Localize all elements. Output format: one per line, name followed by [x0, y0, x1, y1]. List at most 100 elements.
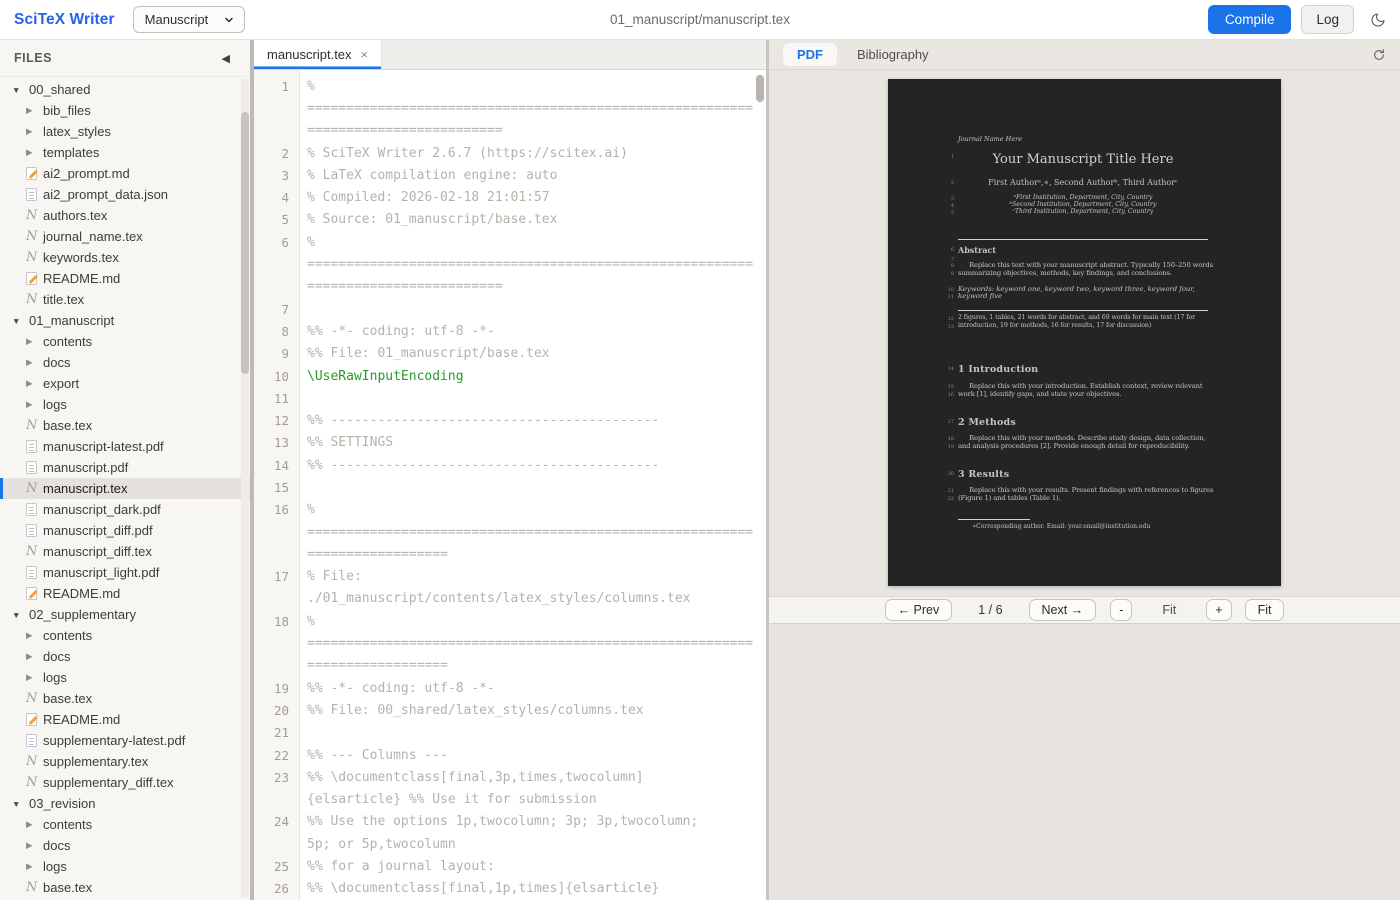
tree-folder[interactable]: ▶docs [0, 352, 250, 373]
compile-button[interactable]: Compile [1208, 5, 1292, 34]
code-line[interactable]: 4% Compiled: 2026-02-18 21:01:57 [254, 186, 766, 208]
code-line[interactable]: 5% Source: 01_manuscript/base.tex [254, 209, 766, 231]
code-line[interactable]: 1% [254, 75, 766, 97]
tree-file[interactable]: README.md [0, 268, 250, 289]
folder-collapsed-icon[interactable]: ▶ [26, 378, 43, 389]
tree-folder[interactable]: ▶templates [0, 142, 250, 163]
code-line[interactable]: 23%% \documentclass[final,3p,times,twoco… [254, 766, 766, 788]
tree-file[interactable]: Nkeywords.tex [0, 247, 250, 268]
tree-folder[interactable]: ▶logs [0, 394, 250, 415]
code-line[interactable]: ========================================… [254, 521, 766, 543]
tree-file[interactable]: manuscript-latest.pdf [0, 436, 250, 457]
code-line[interactable]: 21 [254, 722, 766, 744]
tree-folder[interactable]: ▶contents [0, 331, 250, 352]
code-editor[interactable]: 1%======================================… [254, 70, 766, 900]
folder-expanded-icon[interactable]: ▼ [12, 610, 29, 620]
prev-page-button[interactable]: ← Prev [885, 599, 953, 621]
collapse-sidebar-icon[interactable]: ◀ [222, 52, 230, 65]
zoom-in-button[interactable]: + [1206, 599, 1231, 621]
folder-collapsed-icon[interactable]: ▶ [26, 630, 43, 641]
code-line[interactable]: 15 [254, 476, 766, 498]
folder-collapsed-icon[interactable]: ▶ [26, 147, 43, 158]
tree-folder[interactable]: ▼02_supplementary [0, 604, 250, 625]
folder-collapsed-icon[interactable]: ▶ [26, 651, 43, 662]
tree-folder[interactable]: ▶docs [0, 835, 250, 856]
tree-folder[interactable]: ▶export [0, 373, 250, 394]
tab-bibliography[interactable]: Bibliography [857, 47, 929, 62]
tree-file[interactable]: Nauthors.tex [0, 205, 250, 226]
tree-file[interactable]: ai2_prompt.md [0, 163, 250, 184]
folder-collapsed-icon[interactable]: ▶ [26, 840, 43, 851]
code-line[interactable]: 25%% for a journal layout: [254, 855, 766, 877]
next-page-button[interactable]: Next → [1029, 599, 1097, 621]
tree-folder[interactable]: ▶docs [0, 646, 250, 667]
tree-folder[interactable]: ▶contents [0, 814, 250, 835]
tree-folder[interactable]: ▶logs [0, 667, 250, 688]
tree-folder[interactable]: ▶logs [0, 856, 250, 877]
tree-file[interactable]: Nbase.tex [0, 877, 250, 898]
code-line[interactable]: 12%% -----------------------------------… [254, 409, 766, 431]
code-line[interactable]: ================== [254, 655, 766, 677]
folder-expanded-icon[interactable]: ▼ [12, 316, 29, 326]
tree-folder[interactable]: ▶latex_styles [0, 121, 250, 142]
tree-file[interactable]: ai2_prompt_data.json [0, 184, 250, 205]
folder-collapsed-icon[interactable]: ▶ [26, 819, 43, 830]
tree-file[interactable]: README.md [0, 583, 250, 604]
code-line[interactable]: 26%% \documentclass[final,1p,times]{elsa… [254, 878, 766, 900]
sidebar-scrollbar-thumb[interactable] [241, 112, 249, 374]
tree-file[interactable]: manuscript.pdf [0, 457, 250, 478]
code-line[interactable]: ========================================… [254, 253, 766, 275]
tree-folder[interactable]: ▼00_shared [0, 79, 250, 100]
tree-file[interactable]: Njournal_name.tex [0, 226, 250, 247]
code-line[interactable]: 22%% --- Columns --- [254, 744, 766, 766]
tree-folder[interactable]: ▶contents [0, 625, 250, 646]
document-select[interactable]: Manuscript [133, 6, 245, 33]
code-line[interactable]: 8%% -*- coding: utf-8 -*- [254, 320, 766, 342]
tree-file[interactable]: Ntitle.tex [0, 289, 250, 310]
folder-collapsed-icon[interactable]: ▶ [26, 861, 43, 872]
tree-file[interactable]: Nbase.tex [0, 415, 250, 436]
folder-collapsed-icon[interactable]: ▶ [26, 336, 43, 347]
folder-expanded-icon[interactable]: ▼ [12, 85, 29, 95]
code-line[interactable]: 14%% -----------------------------------… [254, 454, 766, 476]
code-line[interactable]: {elsarticle} %% Use it for submission [254, 789, 766, 811]
folder-collapsed-icon[interactable]: ▶ [26, 105, 43, 116]
moon-icon[interactable] [1370, 12, 1386, 28]
code-line[interactable]: 24%% Use the options 1p,twocolumn; 3p; 3… [254, 811, 766, 833]
tree-file[interactable]: manuscript_dark.pdf [0, 499, 250, 520]
tree-file[interactable]: supplementary-latest.pdf [0, 730, 250, 751]
code-line[interactable]: 11 [254, 387, 766, 409]
tree-folder[interactable]: ▼03_revision [0, 793, 250, 814]
tree-file[interactable]: Nsupplementary.tex [0, 751, 250, 772]
log-button[interactable]: Log [1301, 5, 1354, 34]
code-line[interactable]: ========================================… [254, 97, 766, 119]
tab-manuscript-tex[interactable]: manuscript.tex × [254, 40, 382, 69]
tree-file[interactable]: manuscript_light.pdf [0, 562, 250, 583]
folder-collapsed-icon[interactable]: ▶ [26, 126, 43, 137]
folder-collapsed-icon[interactable]: ▶ [26, 672, 43, 683]
code-line[interactable]: 3% LaTeX compilation engine: auto [254, 164, 766, 186]
refresh-icon[interactable] [1372, 48, 1386, 62]
code-line[interactable]: 18% [254, 610, 766, 632]
code-line[interactable]: ./01_manuscript/contents/latex_styles/co… [254, 588, 766, 610]
code-line[interactable]: ================== [254, 543, 766, 565]
code-line[interactable]: 13%% SETTINGS [254, 432, 766, 454]
code-line[interactable]: ========================================… [254, 632, 766, 654]
tree-file[interactable]: Nmanuscript.tex [0, 478, 250, 499]
code-line[interactable]: 5p; or 5p,twocolumn [254, 833, 766, 855]
editor-scrollbar-thumb[interactable] [756, 75, 764, 102]
code-line[interactable]: 2% SciTeX Writer 2.6.7 (https://scitex.a… [254, 142, 766, 164]
tree-folder[interactable]: ▶bib_files [0, 100, 250, 121]
code-line[interactable]: ========================= [254, 120, 766, 142]
tree-file[interactable]: Nbase.tex [0, 688, 250, 709]
folder-collapsed-icon[interactable]: ▶ [26, 357, 43, 368]
close-icon[interactable]: × [361, 47, 369, 62]
fit-button[interactable]: Fit [1245, 599, 1285, 621]
code-line[interactable]: 20%% File: 00_shared/latex_styles/column… [254, 699, 766, 721]
zoom-out-button[interactable]: - [1110, 599, 1132, 621]
tab-pdf[interactable]: PDF [783, 43, 837, 66]
code-line[interactable]: 19%% -*- coding: utf-8 -*- [254, 677, 766, 699]
code-line[interactable]: 16% [254, 499, 766, 521]
code-line[interactable]: ========================= [254, 276, 766, 298]
folder-expanded-icon[interactable]: ▼ [12, 799, 29, 809]
